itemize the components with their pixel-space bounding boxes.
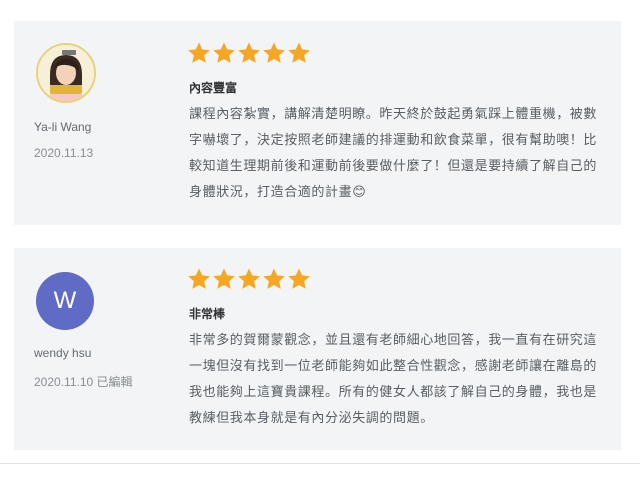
star-rating [187,41,311,65]
star-icon [263,42,285,63]
review-card: W wendy hsu 2020.11.10 已編輯 非常棒 非常多的賀爾蒙觀念… [14,248,621,450]
star-icon [188,42,210,63]
avatar: W [36,272,94,330]
avatar [36,43,96,103]
star-icon [288,268,310,289]
review-title: 非常棒 [189,307,226,321]
star-rating [187,267,311,291]
review-body: 課程內容紮實，講解清楚明瞭。昨天終於鼓起勇氣踩上體重機，被數字嚇壞了，決定按照老… [189,107,598,200]
star-icon [238,42,260,63]
reviewer-name: wendy hsu [34,346,92,360]
star-icon [213,268,235,289]
review-date: 2020.11.10 已編輯 [34,375,133,389]
user-photo-icon [38,45,94,101]
review-card: Ya-li Wang 2020.11.13 內容豐富 課程內容紮實，講解清楚明瞭… [14,21,621,225]
avatar-initial: W [53,287,77,314]
star-icon [288,42,310,63]
star-icon [238,268,260,289]
divider [0,463,640,464]
star-icon [213,42,235,63]
review-body: 非常多的賀爾蒙觀念，並且還有老師細心地回答，我一直有在研究這一塊但沒有找到一位老… [189,333,598,426]
star-icon [188,268,210,289]
review-date: 2020.11.13 [34,146,94,160]
reviewer-name: Ya-li Wang [34,120,92,134]
star-icon [263,268,285,289]
review-title: 內容豐富 [189,81,238,95]
